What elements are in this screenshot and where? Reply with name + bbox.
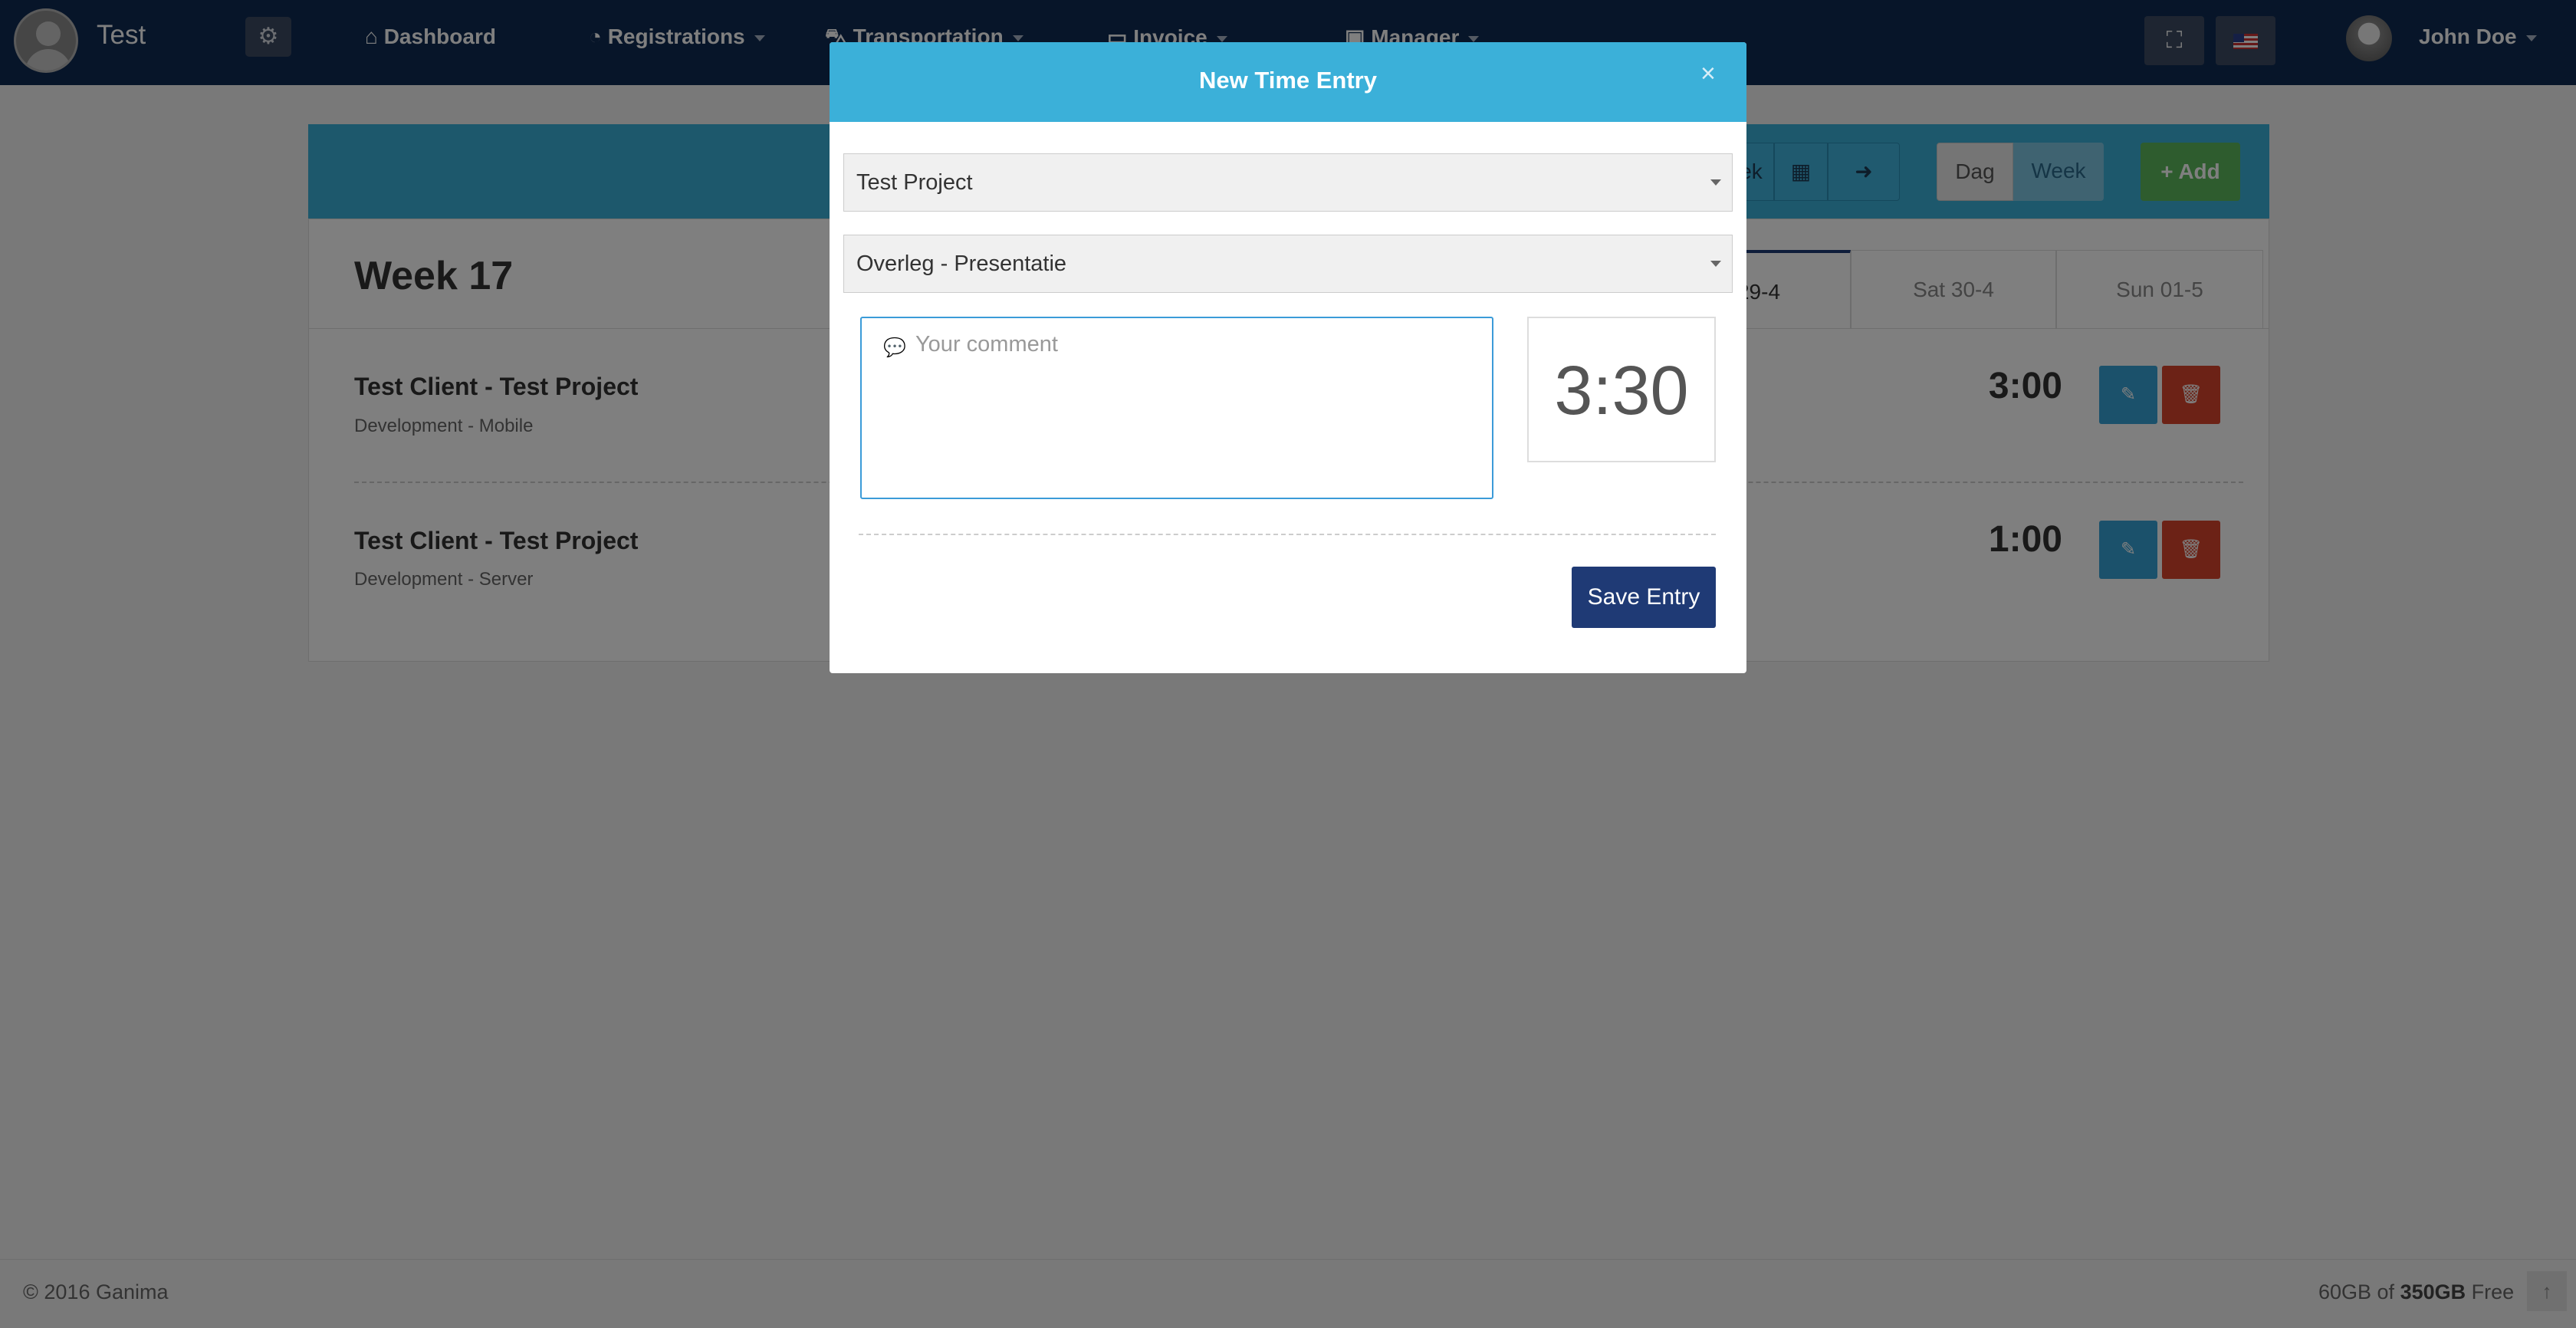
comment-input[interactable]	[915, 329, 1475, 360]
task-select[interactable]: Overleg - Presentatie	[843, 235, 1733, 293]
close-icon[interactable]: ×	[1700, 59, 1716, 89]
time-value: 3:30	[1554, 353, 1689, 429]
chevron-down-icon	[1710, 179, 1721, 186]
time-display[interactable]: 3:30	[1527, 317, 1716, 462]
modal-divider	[859, 534, 1716, 535]
project-select-value: Test Project	[856, 170, 973, 195]
task-select-value: Overleg - Presentatie	[856, 251, 1067, 276]
chevron-down-icon	[1710, 261, 1721, 267]
new-time-entry-modal: New Time Entry × Test Project Overleg - …	[830, 42, 1746, 673]
comment-box[interactable]: 💬	[860, 317, 1493, 499]
project-select[interactable]: Test Project	[843, 153, 1733, 212]
comments-icon: 💬	[883, 337, 906, 358]
modal-title: New Time Entry	[1198, 67, 1377, 94]
save-entry-button[interactable]: Save Entry	[1572, 567, 1716, 628]
